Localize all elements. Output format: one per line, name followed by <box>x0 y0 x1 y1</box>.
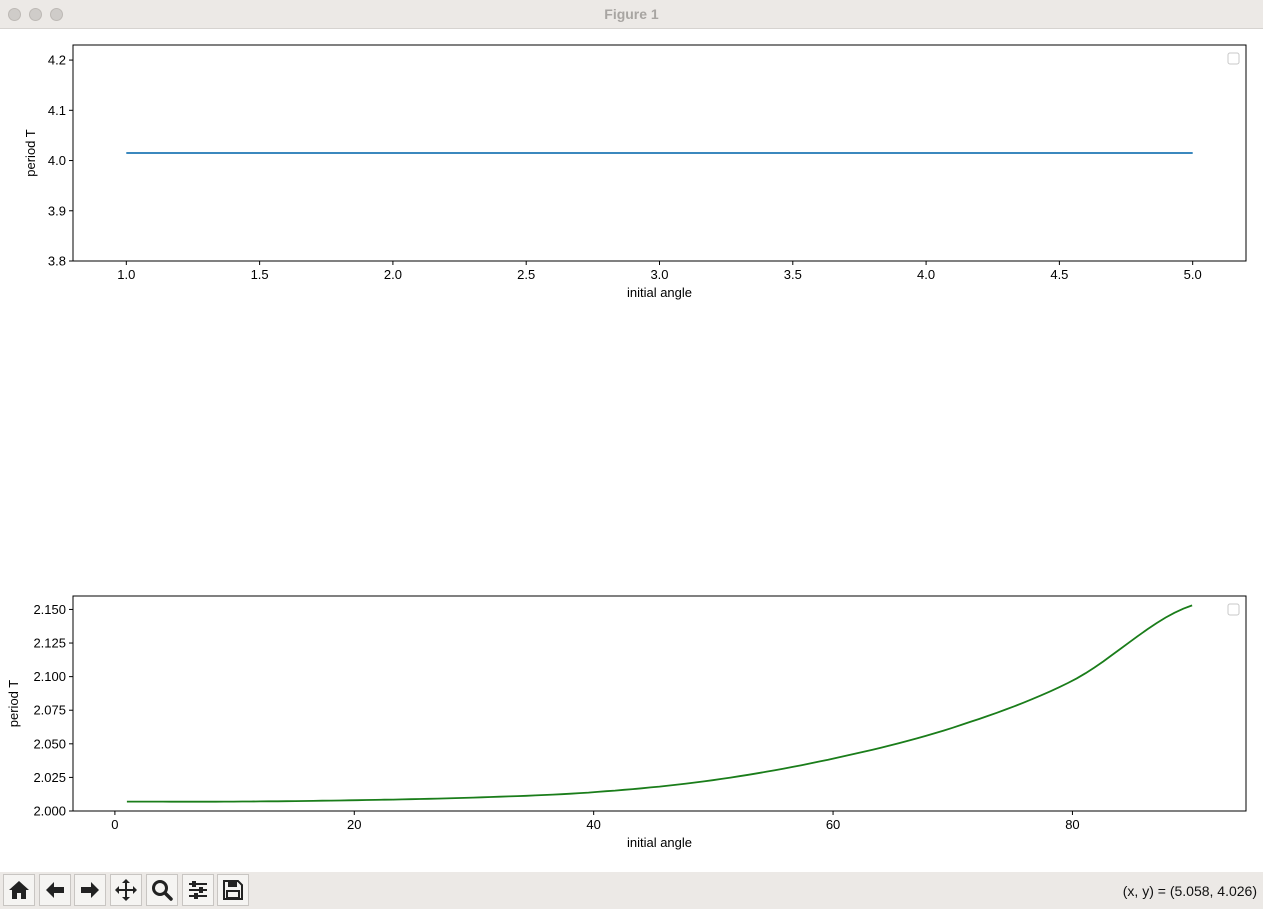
plot2-legend-box <box>1227 603 1240 616</box>
arrow-left-icon <box>46 882 64 898</box>
plot2-x-tick-label: 40 <box>586 817 600 832</box>
plot2-x-tick-label: 60 <box>826 817 840 832</box>
plot1-x-tick-label: 2.0 <box>384 267 402 282</box>
plot1-y-axis-label: period T <box>23 129 38 177</box>
magnifier-icon <box>152 880 173 901</box>
plot2-y-tick-label: 2.000 <box>33 804 66 819</box>
plot2-x-axis-label: initial angle <box>627 835 692 850</box>
plot2-y-tick-label: 2.050 <box>33 736 66 751</box>
plot1-legend-box <box>1227 52 1240 65</box>
plot1-y-tick-label: 4.0 <box>48 153 66 168</box>
plot1-x-tick-label: 1.0 <box>117 267 135 282</box>
plot2-y-axis-label: period T <box>6 680 21 728</box>
zoom-button[interactable] <box>146 874 178 906</box>
plot1-y-tick-label: 3.9 <box>48 203 66 218</box>
plot2-y-tick-label: 2.150 <box>33 602 66 617</box>
cursor-coordinates: (x, y) = (5.058, 4.026) <box>1122 883 1257 899</box>
back-button[interactable] <box>39 874 71 906</box>
navigation-toolbar: (x, y) = (5.058, 4.026) <box>0 872 1263 909</box>
plot1-x-tick-label: 2.5 <box>517 267 535 282</box>
plot1-x-tick-label: 4.5 <box>1050 267 1068 282</box>
plot1-x-tick-label: 3.5 <box>784 267 802 282</box>
plot1-x-axis-label: initial angle <box>627 285 692 300</box>
pan-button[interactable] <box>110 874 142 906</box>
plot2-y-tick-label: 2.075 <box>33 703 66 718</box>
plot2-y-tick-label: 2.100 <box>33 669 66 684</box>
plot1-x-tick-label: 4.0 <box>917 267 935 282</box>
figure-canvas[interactable]: 1.0 1.5 2.0 2.5 3.0 3.5 4.0 4.5 5.0 3.8 3.9 4.0 4.1 4… <box>0 29 1263 872</box>
arrow-right-icon <box>81 882 99 898</box>
plot1-x-tick-label: 3.0 <box>650 267 668 282</box>
plot2-x-tick-label: 20 <box>347 817 361 832</box>
floppy-disk-icon <box>223 880 243 900</box>
window-titlebar: Figure 1 <box>0 0 1263 29</box>
plot1-y-tick-label: 4.1 <box>48 103 66 118</box>
plot1-y-tick-label: 3.8 <box>48 254 66 269</box>
plot1-y-tick-label: 4.2 <box>48 53 66 68</box>
forward-button[interactable] <box>74 874 106 906</box>
plot2-x-tick-label: 80 <box>1065 817 1079 832</box>
home-icon <box>9 881 29 899</box>
sliders-icon <box>189 881 207 899</box>
plot2-y-tick-label: 2.125 <box>33 636 66 651</box>
plot1-x-tick-label: 5.0 <box>1184 267 1202 282</box>
plot2-x-tick-label: 0 <box>111 817 118 832</box>
save-button[interactable] <box>217 874 249 906</box>
plot2-y-tick-label: 2.025 <box>33 770 66 785</box>
configure-subplots-button[interactable] <box>182 874 214 906</box>
window-title: Figure 1 <box>604 6 659 22</box>
plot2-axes-frame <box>72 595 1247 812</box>
plot1-x-tick-label: 1.5 <box>251 267 269 282</box>
move-icon <box>115 879 137 901</box>
home-button[interactable] <box>3 874 35 906</box>
